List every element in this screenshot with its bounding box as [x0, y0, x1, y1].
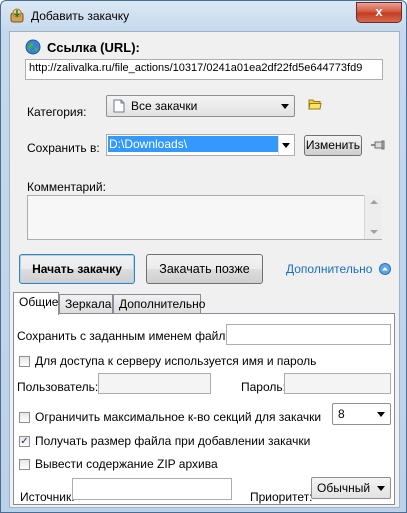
priority-value: Обычный — [317, 481, 371, 495]
priority-label: Приоритет: — [250, 490, 313, 504]
tab-advanced-label: Дополнительно — [119, 297, 206, 311]
download-add-icon — [10, 8, 24, 23]
close-button[interactable]: x — [356, 2, 402, 23]
limit-sections-checkbox[interactable] — [19, 412, 30, 423]
folder-icon[interactable] — [308, 98, 322, 111]
user-label: Пользователь: — [17, 380, 99, 394]
scroll-down-icon[interactable] — [370, 230, 378, 234]
get-size-checkbox[interactable]: ✓ — [19, 436, 30, 447]
category-select[interactable]: Все закачки — [106, 95, 295, 117]
url-field[interactable]: http://zalivalka.ru/file_actions/10317/0… — [25, 59, 383, 80]
tab-advanced[interactable]: Дополнительно — [113, 294, 205, 313]
tab-mirrors-label: Зеркала — [65, 297, 112, 311]
tab-general[interactable]: Общие — [13, 292, 59, 315]
auth-label: Для доступа к серверу используется имя и… — [35, 354, 317, 368]
scroll-up-icon[interactable] — [370, 200, 378, 204]
dialog-body: Ссылка (URL): http://zalivalka.ru/file_a… — [9, 31, 400, 508]
save-to-value: D:\Downloads\ — [108, 136, 280, 152]
pin-icon[interactable] — [369, 138, 385, 152]
save-as-field[interactable] — [226, 324, 391, 345]
chevron-down-icon — [377, 486, 385, 491]
chevron-down-icon — [377, 412, 385, 417]
comment-field[interactable] — [27, 195, 382, 240]
user-field[interactable] — [98, 373, 211, 394]
tab-general-label: Общие — [19, 295, 59, 309]
sections-select[interactable]: 8 — [332, 403, 391, 425]
source-label: Источник: — [20, 490, 75, 504]
window-title: Добавить закачку — [31, 9, 130, 23]
limit-sections-label: Ограничить максимальное к-во секций для … — [35, 410, 322, 424]
password-label: Пароль: — [241, 380, 286, 394]
save-to-label: Сохранить в: — [27, 141, 100, 155]
zip-contents-label: Вывести содержание ZIP архива — [35, 457, 218, 471]
title-bar[interactable]: Добавить закачку x — [1, 1, 406, 31]
tab-panel-general: Сохранить с заданным именем файла: Для д… — [13, 313, 395, 505]
auth-checkbox[interactable] — [19, 356, 30, 367]
chevron-down-icon — [281, 104, 289, 109]
source-field[interactable] — [72, 478, 232, 500]
url-label: Ссылка (URL): — [47, 40, 140, 55]
download-later-button[interactable]: Закачать позже — [146, 254, 263, 284]
close-icon: x — [375, 4, 383, 19]
comment-scrollbar[interactable] — [364, 195, 382, 239]
globe-icon — [25, 39, 41, 55]
tab-mirrors[interactable]: Зеркала — [59, 294, 113, 313]
priority-select[interactable]: Обычный — [311, 477, 391, 499]
zip-contents-checkbox[interactable] — [19, 459, 30, 470]
more-options-link[interactable]: Дополнительно — [286, 262, 372, 276]
save-to-select[interactable]: D:\Downloads\ — [106, 134, 295, 156]
document-icon — [113, 99, 125, 113]
comment-label: Комментарий: — [27, 180, 106, 194]
get-size-label: Получать размер файла при добавлении зак… — [35, 434, 311, 448]
category-label: Категория: — [27, 105, 87, 119]
category-value: Все закачки — [131, 99, 198, 113]
circle-arrow-up-icon[interactable] — [379, 263, 391, 275]
sections-value: 8 — [338, 407, 345, 421]
save-as-label: Сохранить с заданным именем файла: — [17, 329, 236, 343]
change-folder-button[interactable]: Изменить — [304, 135, 362, 156]
chevron-down-icon — [282, 143, 290, 148]
password-field[interactable] — [284, 373, 391, 394]
add-download-dialog: Добавить закачку x Ссылка (URL): http://… — [0, 0, 407, 513]
start-download-button[interactable]: Начать закачку — [19, 254, 135, 284]
